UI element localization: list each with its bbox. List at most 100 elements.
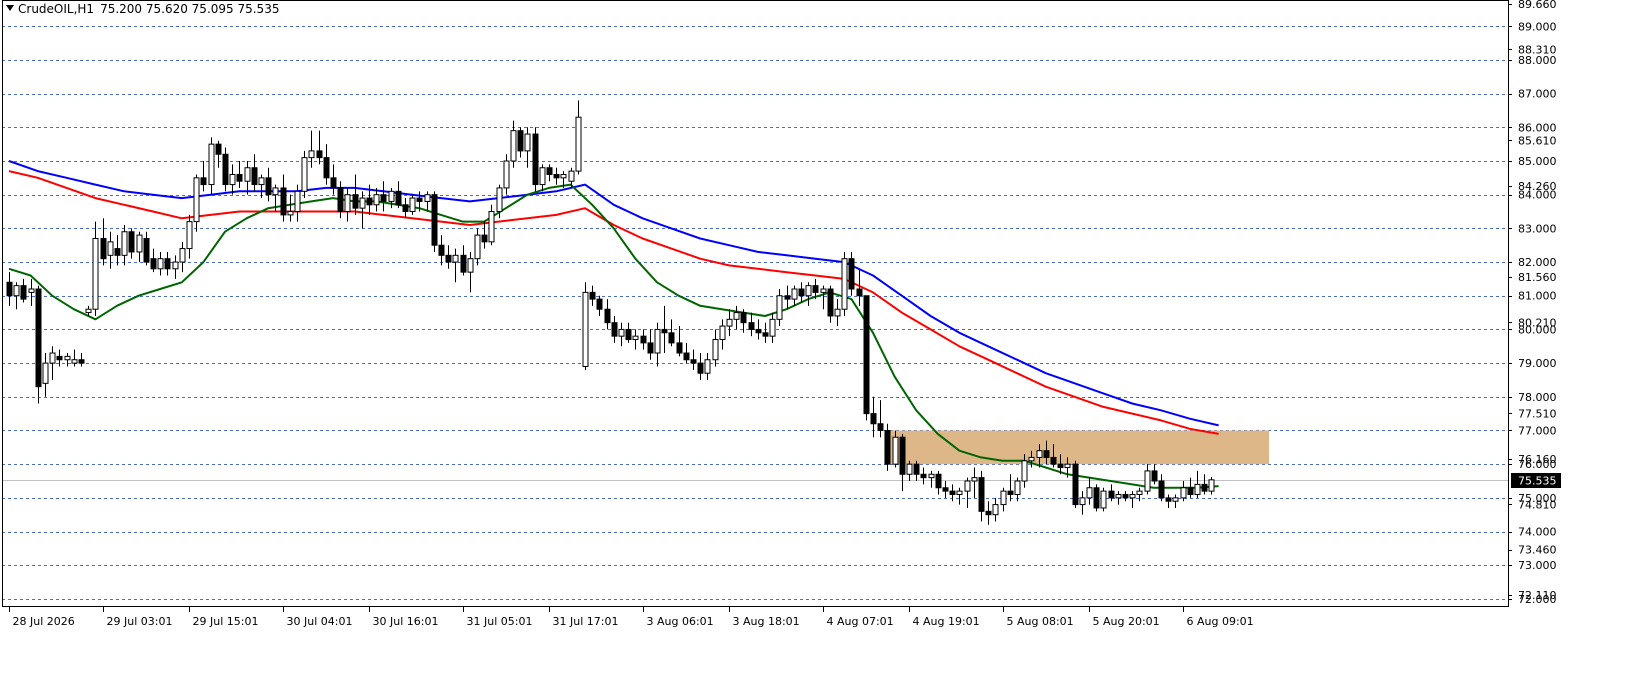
candle-body-bull — [107, 241, 114, 256]
candle-body-bear — [416, 197, 423, 202]
candle — [863, 295, 870, 421]
candle — [467, 251, 474, 293]
candle-body-bear — [978, 477, 985, 512]
y-tick-label: 81.000 — [1518, 290, 1557, 303]
candle — [150, 248, 157, 273]
candle-body-bull — [49, 352, 56, 364]
candle — [107, 231, 114, 269]
candle-body-bull — [186, 221, 193, 250]
candle — [971, 467, 978, 498]
candle — [431, 191, 438, 252]
candle-body-bull — [92, 237, 99, 310]
candle — [244, 160, 251, 195]
candle-body-bear — [56, 355, 63, 361]
candle — [784, 285, 791, 310]
candle — [841, 251, 848, 316]
candle — [136, 231, 143, 263]
y-tick-label: 72.000 — [1518, 593, 1557, 606]
candle-body-bull — [85, 308, 92, 314]
candle — [1007, 474, 1014, 502]
candle — [611, 315, 618, 343]
candle — [978, 470, 985, 522]
candle — [452, 248, 459, 283]
candle-body-bear — [380, 194, 387, 202]
candle — [438, 235, 445, 266]
candle-body-bull — [1208, 479, 1215, 492]
candle — [1136, 487, 1143, 502]
candle-body-bear — [812, 285, 819, 293]
x-tick-label: 31 Jul 05:01 — [467, 615, 533, 628]
y-tick-label: 78.000 — [1518, 391, 1557, 404]
candle — [510, 120, 517, 168]
candle-body-bull — [496, 187, 503, 213]
candle — [1100, 487, 1107, 512]
candle-body-bull — [992, 504, 999, 516]
candle — [942, 481, 949, 498]
candle-body-bull — [964, 480, 971, 492]
candle — [899, 433, 906, 492]
candle-body-bear — [877, 423, 884, 431]
candle — [992, 497, 999, 522]
y-tick-label: 73.460 — [1518, 544, 1557, 557]
candle-body-bull — [208, 143, 215, 186]
candle-body-bear — [517, 130, 524, 152]
candle-body-bull — [654, 328, 661, 354]
candle — [301, 150, 308, 199]
candle-body-bear — [762, 332, 769, 337]
candle — [690, 349, 697, 370]
candle — [280, 174, 287, 222]
candle-body-bear — [899, 436, 906, 475]
x-tick-label: 4 Aug 19:01 — [913, 615, 980, 628]
candle — [985, 501, 992, 525]
candle-body-bear — [402, 204, 409, 213]
candle — [755, 319, 762, 340]
y-tick-label: 82.000 — [1518, 256, 1557, 269]
candle — [481, 221, 488, 249]
candle-body-bull — [618, 328, 625, 337]
x-tick-label: 30 Jul 04:01 — [287, 615, 353, 628]
candle-body-bull — [136, 234, 143, 253]
plot-frame — [2, 0, 1509, 607]
candle — [172, 255, 179, 279]
candle-body-bull — [791, 288, 798, 300]
candle-body-bull — [776, 295, 783, 320]
candle-body-bull — [892, 436, 899, 465]
candle-body-bear — [100, 237, 107, 260]
candle-body-bull — [193, 177, 200, 223]
y-tick-label: 81.560 — [1518, 271, 1557, 284]
candle-body-bear — [323, 157, 330, 179]
candle-body-bear — [920, 473, 927, 479]
candle-body-bull — [928, 473, 935, 479]
candle-body-bear — [884, 429, 891, 465]
candle — [265, 167, 272, 202]
candle-body-bull — [503, 160, 510, 189]
candle-body-bull — [28, 288, 35, 293]
candle-body-bull — [1021, 460, 1028, 482]
candle — [798, 282, 805, 303]
candle — [935, 470, 942, 495]
candle-body-bull — [13, 285, 20, 297]
candle — [532, 127, 539, 192]
candle — [625, 322, 632, 343]
candle-body-bull — [172, 261, 179, 270]
candle-body-bull — [906, 463, 913, 475]
current-price-label: 75.535 — [1518, 475, 1557, 488]
candle-body-bull — [1079, 497, 1086, 506]
candle-body-bear — [143, 237, 150, 263]
candle-body-bull — [388, 190, 395, 202]
candle-body-bear — [640, 335, 647, 344]
menu-triangle-icon[interactable] — [6, 5, 14, 11]
candle — [791, 285, 798, 306]
candle — [776, 289, 783, 327]
candle — [1093, 484, 1100, 512]
candle — [78, 353, 85, 367]
candlesticks — [6, 100, 1215, 525]
candle — [64, 353, 71, 367]
candle-body-bear — [546, 167, 553, 175]
candle — [100, 218, 107, 266]
candle — [229, 164, 236, 195]
candle — [258, 174, 265, 199]
candle — [906, 460, 913, 482]
candle-body-bull — [1014, 480, 1021, 495]
y-tick-label: 77.000 — [1518, 424, 1557, 437]
